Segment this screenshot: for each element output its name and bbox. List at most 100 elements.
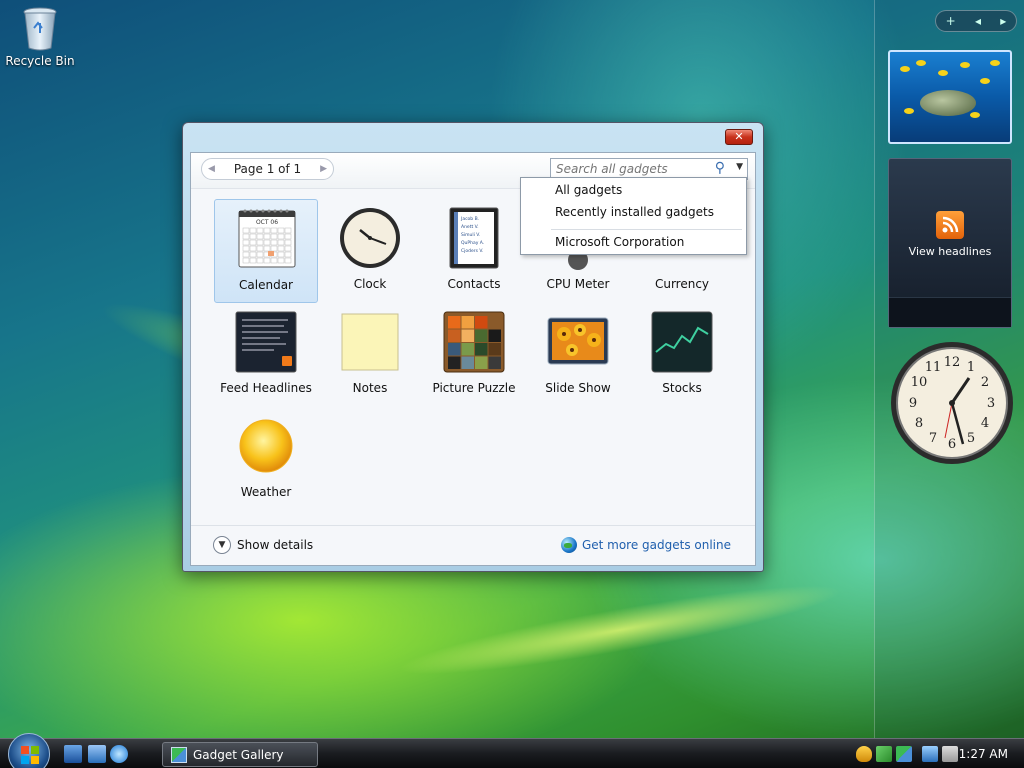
gadget-name: Slide Show: [545, 381, 611, 395]
volume-muted-icon[interactable]: [942, 746, 958, 762]
sidebar-tray-icon[interactable]: [896, 746, 912, 762]
gadget-name: Stocks: [662, 381, 702, 395]
gadget-contacts[interactable]: Jacob B. Anett V. Simuli V. QuPhay A. Cjoder…: [422, 199, 526, 303]
puzzle-tile: [475, 329, 488, 342]
recycle-bin[interactable]: Recycle Bin: [4, 4, 76, 68]
security-shield-icon[interactable]: [856, 746, 872, 762]
search-filter-dropdown: All gadgets Recently installed gadgets M…: [520, 177, 747, 255]
next-page-icon[interactable]: ▶: [320, 164, 327, 174]
get-more-gadgets-link[interactable]: Get more gadgets online: [560, 537, 731, 553]
clock-numeral: 4: [981, 416, 989, 431]
gadget-feed-headlines[interactable]: Feed Headlines: [214, 303, 318, 407]
fish-decoration: [960, 62, 970, 68]
clock-numeral: 5: [967, 431, 975, 446]
sidebar: + ◂ ▸ View headlines 12 1 2 3 4 5 6 7 8 …: [874, 0, 1024, 738]
clock-numeral: 8: [915, 416, 923, 431]
taskbar-button-label: Gadget Gallery: [193, 747, 284, 762]
menu-item-all-gadgets[interactable]: All gadgets: [555, 183, 622, 197]
network-icon[interactable]: [922, 746, 938, 762]
puzzle-tile: [488, 329, 501, 342]
sidebar-prev-button[interactable]: ◂: [975, 14, 981, 28]
prev-page-icon[interactable]: ◀: [208, 164, 215, 174]
view-headlines-link[interactable]: View headlines: [889, 245, 1011, 258]
switch-windows-icon[interactable]: [88, 745, 106, 763]
menu-separator: [551, 229, 742, 230]
page-indicator: Page 1 of 1: [233, 162, 302, 176]
menu-item-microsoft-corporation[interactable]: Microsoft Corporation: [555, 235, 684, 249]
puzzle-tile: [461, 356, 474, 369]
fish-decoration: [970, 112, 980, 118]
close-button[interactable]: ✕: [725, 129, 753, 145]
clock-icon: [340, 208, 400, 268]
gadget-name: Calendar: [239, 278, 293, 292]
turtle-picture: [920, 90, 976, 116]
puzzle-tile: [461, 329, 474, 342]
gadget-stocks[interactable]: Stocks: [630, 303, 734, 407]
clock-time[interactable]: 1:27 AM: [959, 747, 1008, 761]
contact-line: Jacob B.: [460, 216, 479, 222]
puzzle-tile: [475, 343, 488, 356]
puzzle-tile: [488, 343, 501, 356]
menu-item-recently-installed[interactable]: Recently installed gadgets: [555, 205, 714, 219]
clock-numeral: 9: [909, 396, 917, 411]
stocks-icon: [651, 311, 713, 373]
slide-show-gadget[interactable]: [888, 50, 1012, 144]
taskbar-button-gadget-gallery[interactable]: Gadget Gallery: [162, 742, 318, 767]
show-desktop-icon[interactable]: [64, 745, 82, 763]
puzzle-tile: [448, 343, 461, 356]
gadget-slide-show[interactable]: Slide Show: [526, 303, 630, 407]
fish-decoration: [990, 60, 1000, 66]
fish-decoration: [916, 60, 926, 66]
windows-logo-icon: [21, 746, 39, 764]
search-input[interactable]: [551, 162, 711, 176]
puzzle-tile: [488, 356, 501, 369]
fish-decoration: [938, 70, 948, 76]
taskbar: Gadget Gallery 1:27 AM: [0, 733, 1024, 768]
clock-gadget[interactable]: 12 1 2 3 4 5 6 7 8 9 10 11: [889, 340, 1015, 466]
gallery-footer: ▼ Show details Get more gadgets online: [191, 525, 755, 565]
fish-decoration: [904, 108, 914, 114]
gadget-calendar[interactable]: OCT 06 Calendar: [214, 199, 318, 303]
gadget-name: Notes: [352, 381, 388, 395]
feed-headlines-gadget[interactable]: View headlines: [888, 158, 1012, 328]
fish-decoration: [900, 66, 910, 72]
gadget-name: Currency: [654, 277, 710, 291]
rss-icon: [936, 211, 964, 239]
recycle-bin-icon: [23, 7, 57, 51]
clock-numeral: 1: [967, 360, 975, 375]
show-details-button[interactable]: ▼ Show details: [213, 536, 313, 554]
sidebar-next-button[interactable]: ▸: [1000, 14, 1006, 28]
gadgets-tray-icon[interactable]: [876, 746, 892, 762]
gadget-picture-puzzle[interactable]: Picture Puzzle: [422, 303, 526, 407]
contact-line: QuPhay A.: [461, 240, 484, 246]
slide-show-icon: [547, 317, 609, 365]
start-button[interactable]: [8, 733, 50, 768]
add-gadget-button[interactable]: +: [946, 14, 956, 28]
puzzle-tile: [448, 356, 461, 369]
globe-icon: [560, 537, 577, 553]
search-icon[interactable]: ⚲: [715, 160, 725, 176]
calendar-month-label: OCT 06: [256, 219, 278, 226]
gadget-name: Clock: [353, 277, 387, 291]
puzzle-tile: [448, 329, 461, 342]
show-details-label: Show details: [237, 538, 314, 552]
calendar-icon: OCT 06: [238, 209, 296, 268]
clock-numeral: 11: [925, 360, 942, 375]
gadget-name: Weather: [240, 485, 292, 499]
sidebar-controls: + ◂ ▸: [935, 10, 1017, 32]
gadget-notes[interactable]: Notes: [318, 303, 422, 407]
puzzle-tile: [475, 316, 488, 329]
clock-numeral: 6: [948, 437, 956, 452]
picture-puzzle-icon: [443, 311, 505, 373]
system-tray: 1:27 AM: [852, 739, 1024, 768]
puzzle-tile: [461, 343, 474, 356]
chevron-down-icon: ▼: [213, 536, 231, 554]
gadget-clock[interactable]: Clock: [318, 199, 422, 303]
gadget-gallery-icon: [171, 746, 187, 763]
internet-explorer-icon[interactable]: [110, 745, 128, 763]
chevron-down-icon[interactable]: ▼: [736, 162, 743, 172]
puzzle-tile: [448, 316, 461, 329]
notes-icon: [341, 313, 399, 371]
gadget-weather[interactable]: Weather: [214, 407, 318, 511]
recycle-bin-label: Recycle Bin: [5, 54, 75, 68]
